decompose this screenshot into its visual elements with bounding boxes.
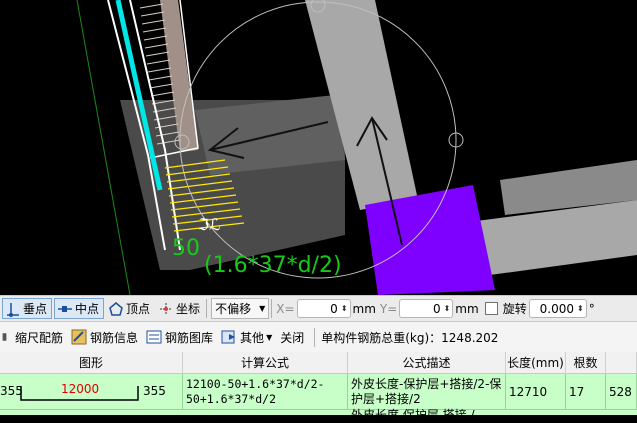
perpendicular-snap-button[interactable]: 垂点	[2, 298, 53, 319]
x-label: X=	[276, 301, 295, 316]
rebar-toolbar: 缩尺配筋 钢筋信息 钢筋图库 其他 ▼ 关闭 单构件钢筋总重(kg)：1248.…	[0, 322, 637, 352]
midpoint-label: 中点	[75, 302, 100, 316]
offset-value: 不偏移	[215, 302, 252, 316]
rebar-info-icon	[71, 329, 87, 345]
vertex-snap-button[interactable]: 顶点	[106, 298, 154, 319]
shape-right-value: 355	[143, 384, 166, 398]
other-icon	[221, 330, 236, 344]
rotate-checkbox[interactable]	[484, 302, 498, 315]
column-header-shape[interactable]: 图形	[0, 352, 183, 374]
rebar-library-icon	[146, 330, 162, 344]
rebar-library-label: 钢筋图库	[165, 330, 214, 345]
dim-label-top[interactable]: 50	[172, 236, 200, 261]
scale-icon	[2, 333, 7, 341]
rotate-value: 0.000	[539, 301, 574, 316]
length-cell[interactable]: 12710	[506, 374, 566, 410]
scale-rebar-label: 缩尺配筋	[15, 330, 64, 345]
count-cell[interactable]: 17	[566, 374, 606, 410]
coordinate-icon	[160, 302, 173, 315]
cad-viewport[interactable]: ℑℒ 50 (1.6*37*d/2)	[0, 0, 637, 295]
vertex-label: 顶点	[126, 302, 151, 316]
rebar-grid: 图形 计算公式 公式描述 长度(mm) 根数 355 12000 355 121…	[0, 352, 637, 422]
purple-column	[365, 185, 495, 295]
midpoint-snap-button[interactable]: 中点	[54, 298, 105, 319]
perpendicular-label: 垂点	[23, 302, 48, 316]
shape-cell[interactable]: 355 12000 355	[0, 374, 183, 410]
midpoint-icon	[58, 305, 73, 312]
y-value: 0	[432, 301, 441, 316]
formula-cell[interactable]: 12100-50+1.6*37*d/2-50+1.6*37*d/2	[183, 374, 348, 410]
rebar-library-button[interactable]: 钢筋图库	[146, 329, 213, 346]
other-menu-button[interactable]: 其他 ▼	[221, 329, 272, 346]
dropdown-arrow-icon: ▼	[259, 304, 266, 313]
description-cell[interactable]: 外皮长度-保护层+搭接/2-保护层+搭接/2	[348, 374, 506, 410]
table-row[interactable]: 外皮长度 保护层 搭接 /	[0, 408, 637, 422]
perpendicular-icon	[7, 302, 19, 317]
coordinate-label: 坐标	[176, 302, 201, 316]
column-header-formula[interactable]: 计算公式	[183, 352, 348, 374]
total-weight-label: 单构件钢筋总重(kg)：1248.202	[321, 330, 499, 345]
bend-marker: ℑℒ	[198, 215, 221, 234]
column-header-description[interactable]: 公式描述	[348, 352, 506, 374]
y-label: Y=	[379, 301, 398, 316]
degree-symbol: °	[588, 301, 595, 316]
rotate-input[interactable]: 0.000 ⬍	[528, 299, 587, 318]
x-value: 0	[330, 301, 338, 316]
coordinate-snap-button[interactable]: 坐标	[156, 298, 204, 319]
separator	[314, 327, 316, 347]
scale-rebar-button[interactable]: 缩尺配筋	[2, 329, 63, 346]
rotate-label: 旋转	[502, 302, 527, 316]
spinner-icon[interactable]: ⬍	[444, 304, 451, 313]
dim-label-formula[interactable]: (1.6*37*d/2)	[204, 253, 342, 278]
x-input[interactable]: 0 ⬍	[296, 299, 351, 318]
separator	[206, 299, 208, 318]
extra-cell[interactable]: 528	[606, 374, 637, 410]
close-button[interactable]: 关闭	[280, 329, 304, 346]
table-row[interactable]: 355 12000 355 12100-50+1.6*37*d/2-50+1.6…	[0, 374, 637, 410]
dropdown-arrow-icon: ▼	[266, 332, 273, 342]
rebar-info-label: 钢筋信息	[90, 330, 139, 345]
spinner-icon[interactable]: ⬍	[341, 304, 348, 313]
column-header-length[interactable]: 长度(mm)	[506, 352, 566, 374]
separator	[271, 299, 273, 318]
axis-line	[76, 0, 131, 295]
other-label: 其他	[240, 330, 265, 345]
spinner-icon[interactable]: ⬍	[577, 304, 584, 313]
y-input[interactable]: 0 ⬍	[399, 299, 454, 318]
vertex-icon	[109, 301, 123, 316]
rebar-info-button[interactable]: 钢筋信息	[71, 329, 138, 346]
column-header-count[interactable]: 根数	[566, 352, 606, 374]
y-unit: mm	[455, 301, 479, 316]
x-unit: mm	[352, 301, 376, 316]
offset-select[interactable]: 不偏移 ▼	[211, 298, 270, 319]
column-header-extra[interactable]	[606, 352, 637, 374]
drawing-canvas[interactable]: ℑℒ	[0, 0, 637, 295]
snap-toolbar: 垂点 中点 顶点 坐标 不偏移 ▼ X= 0 ⬍ mm Y= 0 ⬍ mm 旋转 0…	[0, 295, 637, 322]
shape-mid-value: 12000	[61, 382, 100, 396]
